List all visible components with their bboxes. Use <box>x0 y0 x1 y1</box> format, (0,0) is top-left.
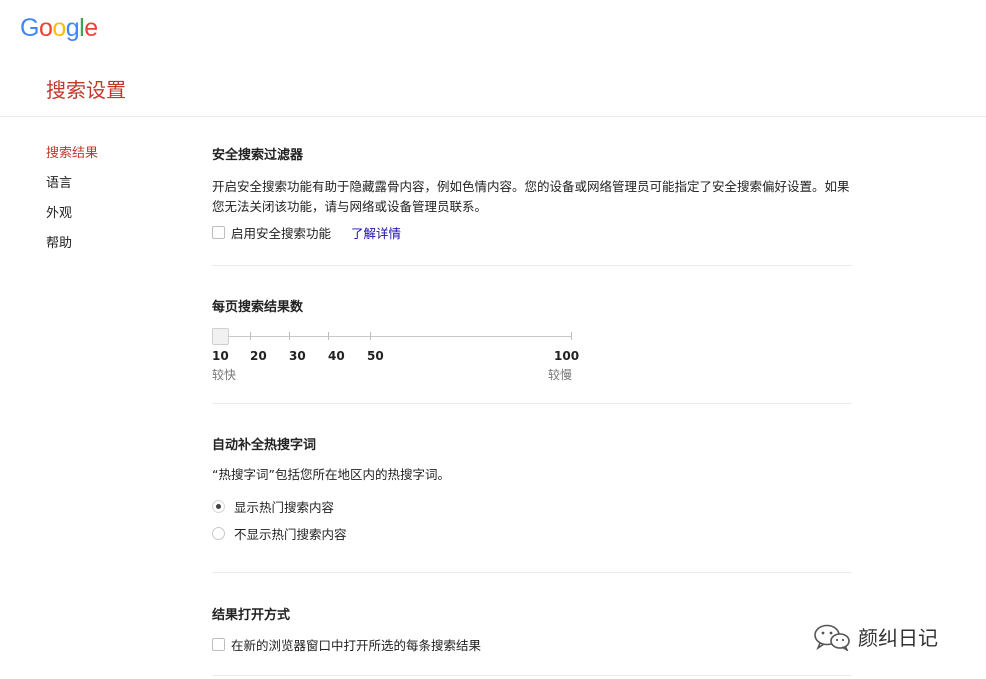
open-results-title: 结果打开方式 <box>212 608 291 623</box>
slider-tick-label: 10 <box>212 349 229 363</box>
logo-letter: g <box>65 14 80 42</box>
slider-track <box>212 336 571 337</box>
google-logo[interactable]: Google <box>20 14 98 43</box>
section-divider <box>212 403 852 404</box>
slider-tick <box>328 332 329 340</box>
slider-tick <box>289 332 290 340</box>
new-window-checkbox-row: 在新的浏览器窗口中打开所选的每条搜索结果 <box>212 635 852 654</box>
results-per-page-title: 每页搜索结果数 <box>212 300 304 315</box>
sidebar-item-search-results[interactable]: 搜索结果 <box>46 144 98 174</box>
logo-letter: G <box>20 14 39 42</box>
radio-button-selected[interactable] <box>212 500 225 513</box>
new-window-checkbox[interactable] <box>212 638 225 651</box>
safe-search-checkbox[interactable] <box>212 226 225 239</box>
watermark: 颜纠日记 <box>812 622 938 652</box>
slider-tick <box>370 332 371 340</box>
sidebar-item-language[interactable]: 语言 <box>46 174 98 204</box>
safe-search-title: 安全搜索过滤器 <box>212 148 304 163</box>
slider-tick <box>571 332 572 340</box>
slider-tick-label: 100 <box>554 349 580 363</box>
wechat-icon <box>812 623 852 652</box>
slider-tick-label: 50 <box>367 349 384 363</box>
logo-letter: e <box>84 14 98 42</box>
autocomplete-description: “热搜字词”包括您所在地区内的热搜字词。 <box>212 467 450 482</box>
autocomplete-section: 自动补全热搜字词 “热搜字词”包括您所在地区内的热搜字词。 显示热门搜索内容 不… <box>212 434 852 543</box>
page-title: 搜索设置 <box>46 78 126 102</box>
safe-search-description: 开启安全搜索功能有助于隐藏露骨内容，例如色情内容。您的设备或网络管理员可能指定了… <box>212 179 850 214</box>
radio-label[interactable]: 显示热门搜索内容 <box>234 497 334 516</box>
autocomplete-title: 自动补全热搜字词 <box>212 438 317 453</box>
section-divider <box>212 265 852 266</box>
logo-letter: o <box>52 14 66 42</box>
new-window-checkbox-label[interactable]: 在新的浏览器窗口中打开所选的每条搜索结果 <box>231 635 481 654</box>
slider-tick-label: 30 <box>289 349 306 363</box>
sidebar-item-help[interactable]: 帮助 <box>46 234 98 264</box>
watermark-text: 颜纠日记 <box>858 626 938 650</box>
header-divider <box>0 116 986 117</box>
safe-search-checkbox-label[interactable]: 启用安全搜索功能 <box>231 223 331 242</box>
safe-search-section: 安全搜索过滤器 开启安全搜索功能有助于隐藏露骨内容，例如色情内容。您的设备或网络… <box>212 144 852 242</box>
slider-tick-label: 40 <box>328 349 345 363</box>
sidebar-item-appearance[interactable]: 外观 <box>46 204 98 234</box>
logo-letter: o <box>38 14 53 42</box>
safe-search-checkbox-row: 启用安全搜索功能 了解详情 <box>212 223 852 242</box>
section-divider <box>212 675 852 676</box>
learn-more-link[interactable]: 了解详情 <box>351 223 401 242</box>
open-results-section: 结果打开方式 在新的浏览器窗口中打开所选的每条搜索结果 <box>212 604 852 654</box>
radio-button[interactable] <box>212 527 225 540</box>
slower-caption: 较慢 <box>548 368 573 382</box>
slider-tick-label: 20 <box>250 349 267 363</box>
radio-option-show-trending[interactable]: 显示热门搜索内容 <box>212 497 852 516</box>
results-per-page-slider[interactable] <box>212 326 574 348</box>
slider-tick <box>250 332 251 340</box>
faster-caption: 较快 <box>212 368 237 382</box>
slider-thumb[interactable] <box>212 328 229 345</box>
sidebar-nav: 搜索结果 语言 外观 帮助 <box>46 144 98 264</box>
radio-label[interactable]: 不显示热门搜索内容 <box>234 524 347 543</box>
section-divider <box>212 572 852 573</box>
radio-option-hide-trending[interactable]: 不显示热门搜索内容 <box>212 524 852 543</box>
